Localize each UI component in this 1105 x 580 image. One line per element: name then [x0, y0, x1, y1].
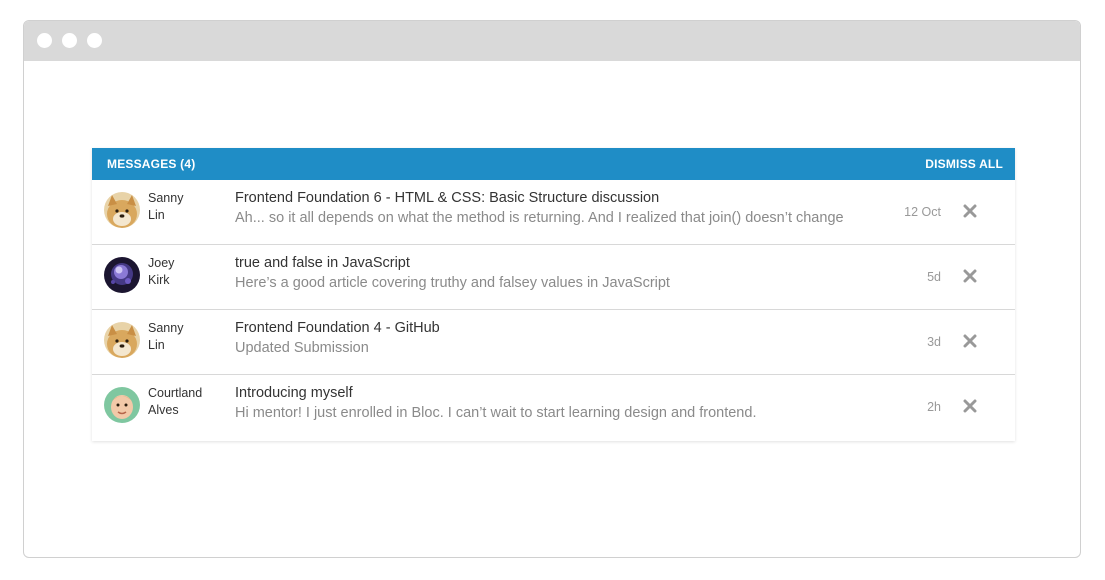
- sender-last-name: Kirk: [148, 273, 170, 287]
- sender-last-name: Lin: [148, 208, 165, 222]
- close-icon[interactable]: [963, 204, 977, 218]
- window-close-dot[interactable]: [37, 33, 52, 48]
- message-time: 12 Oct: [904, 205, 941, 219]
- messages-panel: MESSAGES (4) DISMISS ALL Sanny Lin Front…: [92, 148, 1015, 441]
- message-time: 3d: [927, 335, 941, 349]
- sender-last-name: Alves: [148, 403, 179, 417]
- sender-name: Joey Kirk: [148, 255, 228, 289]
- sender-name: Courtland Alves: [148, 385, 228, 419]
- message-preview: Updated Submission: [235, 340, 369, 356]
- message-subject[interactable]: Introducing myself: [235, 385, 353, 401]
- messages-header: MESSAGES (4) DISMISS ALL: [92, 148, 1015, 180]
- message-row[interactable]: Joey Kirk true and false in JavaScript H…: [92, 245, 1015, 310]
- message-time: 2h: [927, 400, 941, 414]
- message-preview: Here’s a good article covering truthy an…: [235, 275, 670, 291]
- message-preview: Hi mentor! I just enrolled in Bloc. I ca…: [235, 405, 757, 421]
- sender-last-name: Lin: [148, 338, 165, 352]
- sender-first-name: Courtland: [148, 386, 203, 400]
- messages-title: MESSAGES (4): [107, 157, 196, 171]
- sender-first-name: Sanny: [148, 321, 184, 335]
- message-preview: Ah... so it all depends on what the meth…: [235, 210, 844, 226]
- message-subject[interactable]: Frontend Foundation 6 - HTML & CSS: Basi…: [235, 190, 659, 206]
- message-row[interactable]: Courtland Alves Introducing myself Hi me…: [92, 375, 1015, 441]
- dismiss-all-button[interactable]: DISMISS ALL: [925, 157, 1003, 171]
- sender-name: Sanny Lin: [148, 190, 228, 224]
- message-time: 5d: [927, 270, 941, 284]
- doge-avatar: [104, 192, 140, 228]
- message-subject[interactable]: Frontend Foundation 4 - GitHub: [235, 320, 440, 336]
- nebula-avatar: [104, 257, 140, 293]
- window-titlebar: [24, 21, 1080, 61]
- window-minimize-dot[interactable]: [62, 33, 77, 48]
- doge-avatar: [104, 322, 140, 358]
- window-maximize-dot[interactable]: [87, 33, 102, 48]
- sender-first-name: Sanny: [148, 191, 184, 205]
- close-icon[interactable]: [963, 334, 977, 348]
- close-icon[interactable]: [963, 399, 977, 413]
- message-subject[interactable]: true and false in JavaScript: [235, 255, 410, 271]
- close-icon[interactable]: [963, 269, 977, 283]
- message-row[interactable]: Sanny Lin Frontend Foundation 6 - HTML &…: [92, 180, 1015, 245]
- sender-first-name: Joey: [148, 256, 175, 270]
- sender-name: Sanny Lin: [148, 320, 228, 354]
- message-row[interactable]: Sanny Lin Frontend Foundation 4 - GitHub…: [92, 310, 1015, 375]
- baby-avatar: [104, 387, 140, 423]
